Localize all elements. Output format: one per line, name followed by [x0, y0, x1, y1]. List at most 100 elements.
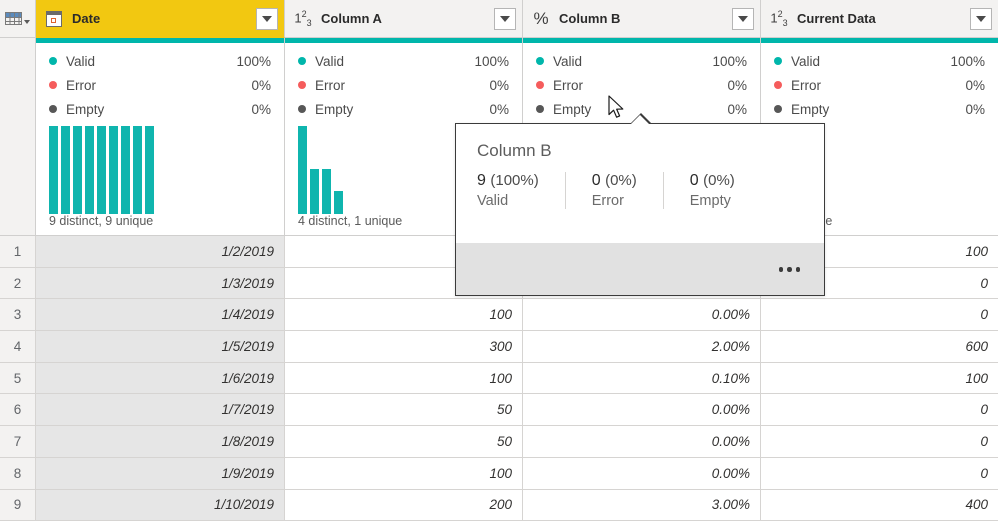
table-cell[interactable]: 100: [285, 362, 523, 395]
quality-value: 0%: [251, 101, 271, 117]
callout-footer: [456, 243, 824, 295]
column-header-label: Column A: [321, 11, 382, 26]
table-cell[interactable]: 300: [285, 331, 523, 363]
histogram-bar[interactable]: [121, 126, 130, 214]
histogram-bar[interactable]: [334, 191, 343, 214]
table-cell[interactable]: 200: [285, 489, 523, 522]
table-cell[interactable]: 1/10/2019: [36, 489, 285, 522]
table-cell[interactable]: 100: [285, 457, 523, 490]
quality-value: 0%: [965, 101, 985, 117]
table-row[interactable]: 3 1/4/2019 100 0.00% 0: [0, 299, 998, 332]
row-number-cell[interactable]: 1: [0, 236, 36, 268]
histogram-bar[interactable]: [73, 126, 82, 214]
callout-stat-number: 0: [689, 172, 699, 189]
column-profile-date[interactable]: Valid 100% Error 0% Empty 0% 9 distinct,…: [36, 38, 285, 236]
callout-stat-count: 0 (0%): [592, 172, 637, 190]
empty-dot-icon: [536, 105, 544, 113]
row-number-cell[interactable]: 3: [0, 299, 36, 332]
histogram-bar[interactable]: [322, 169, 331, 214]
table-cell[interactable]: 400: [761, 489, 998, 522]
column-header-current-data[interactable]: 123 Current Data: [761, 0, 998, 38]
callout-stat-label: Valid: [477, 193, 509, 209]
histogram-bar[interactable]: [61, 126, 70, 214]
column-filter-dropdown-column-a[interactable]: [494, 7, 516, 30]
table-cell[interactable]: 0.00%: [523, 457, 761, 490]
quality-label: Error: [66, 77, 96, 93]
table-cell[interactable]: 1/2/2019: [36, 236, 285, 268]
column-profile-callout[interactable]: Column B 9 (100%) Valid 0 (0%) Error 0 (…: [455, 113, 825, 296]
row-number-cell[interactable]: 4: [0, 331, 36, 363]
table-cell[interactable]: 1/9/2019: [36, 457, 285, 490]
row-number-cell[interactable]: 9: [0, 489, 36, 522]
table-cell[interactable]: 0: [761, 426, 998, 458]
quality-list: Valid 100% Error 0% Empty 0%: [285, 43, 522, 121]
table-cell[interactable]: 0: [761, 394, 998, 427]
callout-stat-percent: (0%): [605, 172, 637, 189]
callout-stat-number: 0: [591, 172, 601, 189]
histogram-bar[interactable]: [133, 126, 142, 214]
histogram-bar[interactable]: [310, 169, 319, 214]
table-cell[interactable]: 0.00%: [523, 299, 761, 332]
table-cell[interactable]: 3.00%: [523, 489, 761, 522]
valid-dot-icon: [536, 57, 544, 65]
table-cell[interactable]: 0: [761, 299, 998, 332]
table-cell[interactable]: 600: [761, 331, 998, 363]
table-row[interactable]: 5 1/6/2019 100 0.10% 100: [0, 362, 998, 395]
quality-value: 100%: [950, 53, 985, 69]
quality-row-valid: Valid 100%: [774, 49, 985, 73]
table-cell[interactable]: 2.00%: [523, 331, 761, 363]
quality-label: Valid: [315, 53, 345, 69]
quality-list: Valid 100% Error 0% Empty 0%: [761, 43, 998, 121]
histogram-bar[interactable]: [109, 126, 118, 214]
table-row[interactable]: 9 1/10/2019 200 3.00% 400: [0, 489, 998, 522]
table-cell[interactable]: 0: [761, 457, 998, 490]
quality-row-error: Error 0%: [298, 73, 509, 97]
histogram-bar[interactable]: [85, 126, 94, 214]
table-row[interactable]: 4 1/5/2019 300 2.00% 600: [0, 331, 998, 363]
histogram-bar[interactable]: [298, 126, 307, 214]
table-row[interactable]: 6 1/7/2019 50 0.00% 0: [0, 394, 998, 427]
column-filter-dropdown-current-data[interactable]: [970, 7, 992, 30]
quality-row-valid: Valid 100%: [49, 49, 271, 73]
ellipsis-menu-icon[interactable]: [773, 261, 807, 278]
column-filter-dropdown-column-b[interactable]: [732, 7, 754, 30]
quality-label: Empty: [315, 101, 354, 117]
row-number-cell[interactable]: 8: [0, 457, 36, 490]
quality-row-error: Error 0%: [774, 73, 985, 97]
table-cell[interactable]: 0.00%: [523, 426, 761, 458]
table-cell[interactable]: 0.00%: [523, 394, 761, 427]
table-cell[interactable]: 1/3/2019: [36, 267, 285, 300]
histogram-bar[interactable]: [49, 126, 58, 214]
row-number-cell[interactable]: 7: [0, 426, 36, 458]
quality-value: 0%: [489, 101, 509, 117]
column-header-date[interactable]: Date: [36, 0, 285, 38]
distinct-unique-label: 9 distinct, 9 unique: [49, 214, 154, 228]
table-row[interactable]: 8 1/9/2019 100 0.00% 0: [0, 457, 998, 490]
table-cell[interactable]: 1/5/2019: [36, 331, 285, 363]
histogram-bar[interactable]: [145, 126, 154, 214]
select-all-table-button[interactable]: [0, 0, 36, 38]
table-cell[interactable]: 100: [285, 299, 523, 332]
table-cell[interactable]: 1/4/2019: [36, 299, 285, 332]
row-number-cell[interactable]: 2: [0, 267, 36, 300]
callout-stat-empty: 0 (0%) Empty: [662, 172, 761, 209]
table-cell[interactable]: 50: [285, 426, 523, 458]
table-cell[interactable]: 0.10%: [523, 362, 761, 395]
table-icon: [5, 12, 30, 25]
column-header-column-a[interactable]: 123 Column A: [285, 0, 523, 38]
table-cell[interactable]: 1/6/2019: [36, 362, 285, 395]
table-cell[interactable]: 100: [761, 362, 998, 395]
column-header-column-b[interactable]: % Column B: [523, 0, 761, 38]
table-cell[interactable]: 50: [285, 394, 523, 427]
histogram-bar[interactable]: [97, 126, 106, 214]
value-distribution-histogram[interactable]: [36, 125, 284, 214]
row-number-cell[interactable]: 5: [0, 362, 36, 395]
table-row[interactable]: 7 1/8/2019 50 0.00% 0: [0, 426, 998, 458]
column-filter-dropdown-date[interactable]: [256, 7, 278, 30]
quality-label: Error: [791, 77, 821, 93]
row-number-cell[interactable]: 6: [0, 394, 36, 427]
table-cell[interactable]: 1/8/2019: [36, 426, 285, 458]
quality-value: 0%: [965, 77, 985, 93]
table-cell[interactable]: 1/7/2019: [36, 394, 285, 427]
callout-pointer-icon: [630, 113, 652, 124]
